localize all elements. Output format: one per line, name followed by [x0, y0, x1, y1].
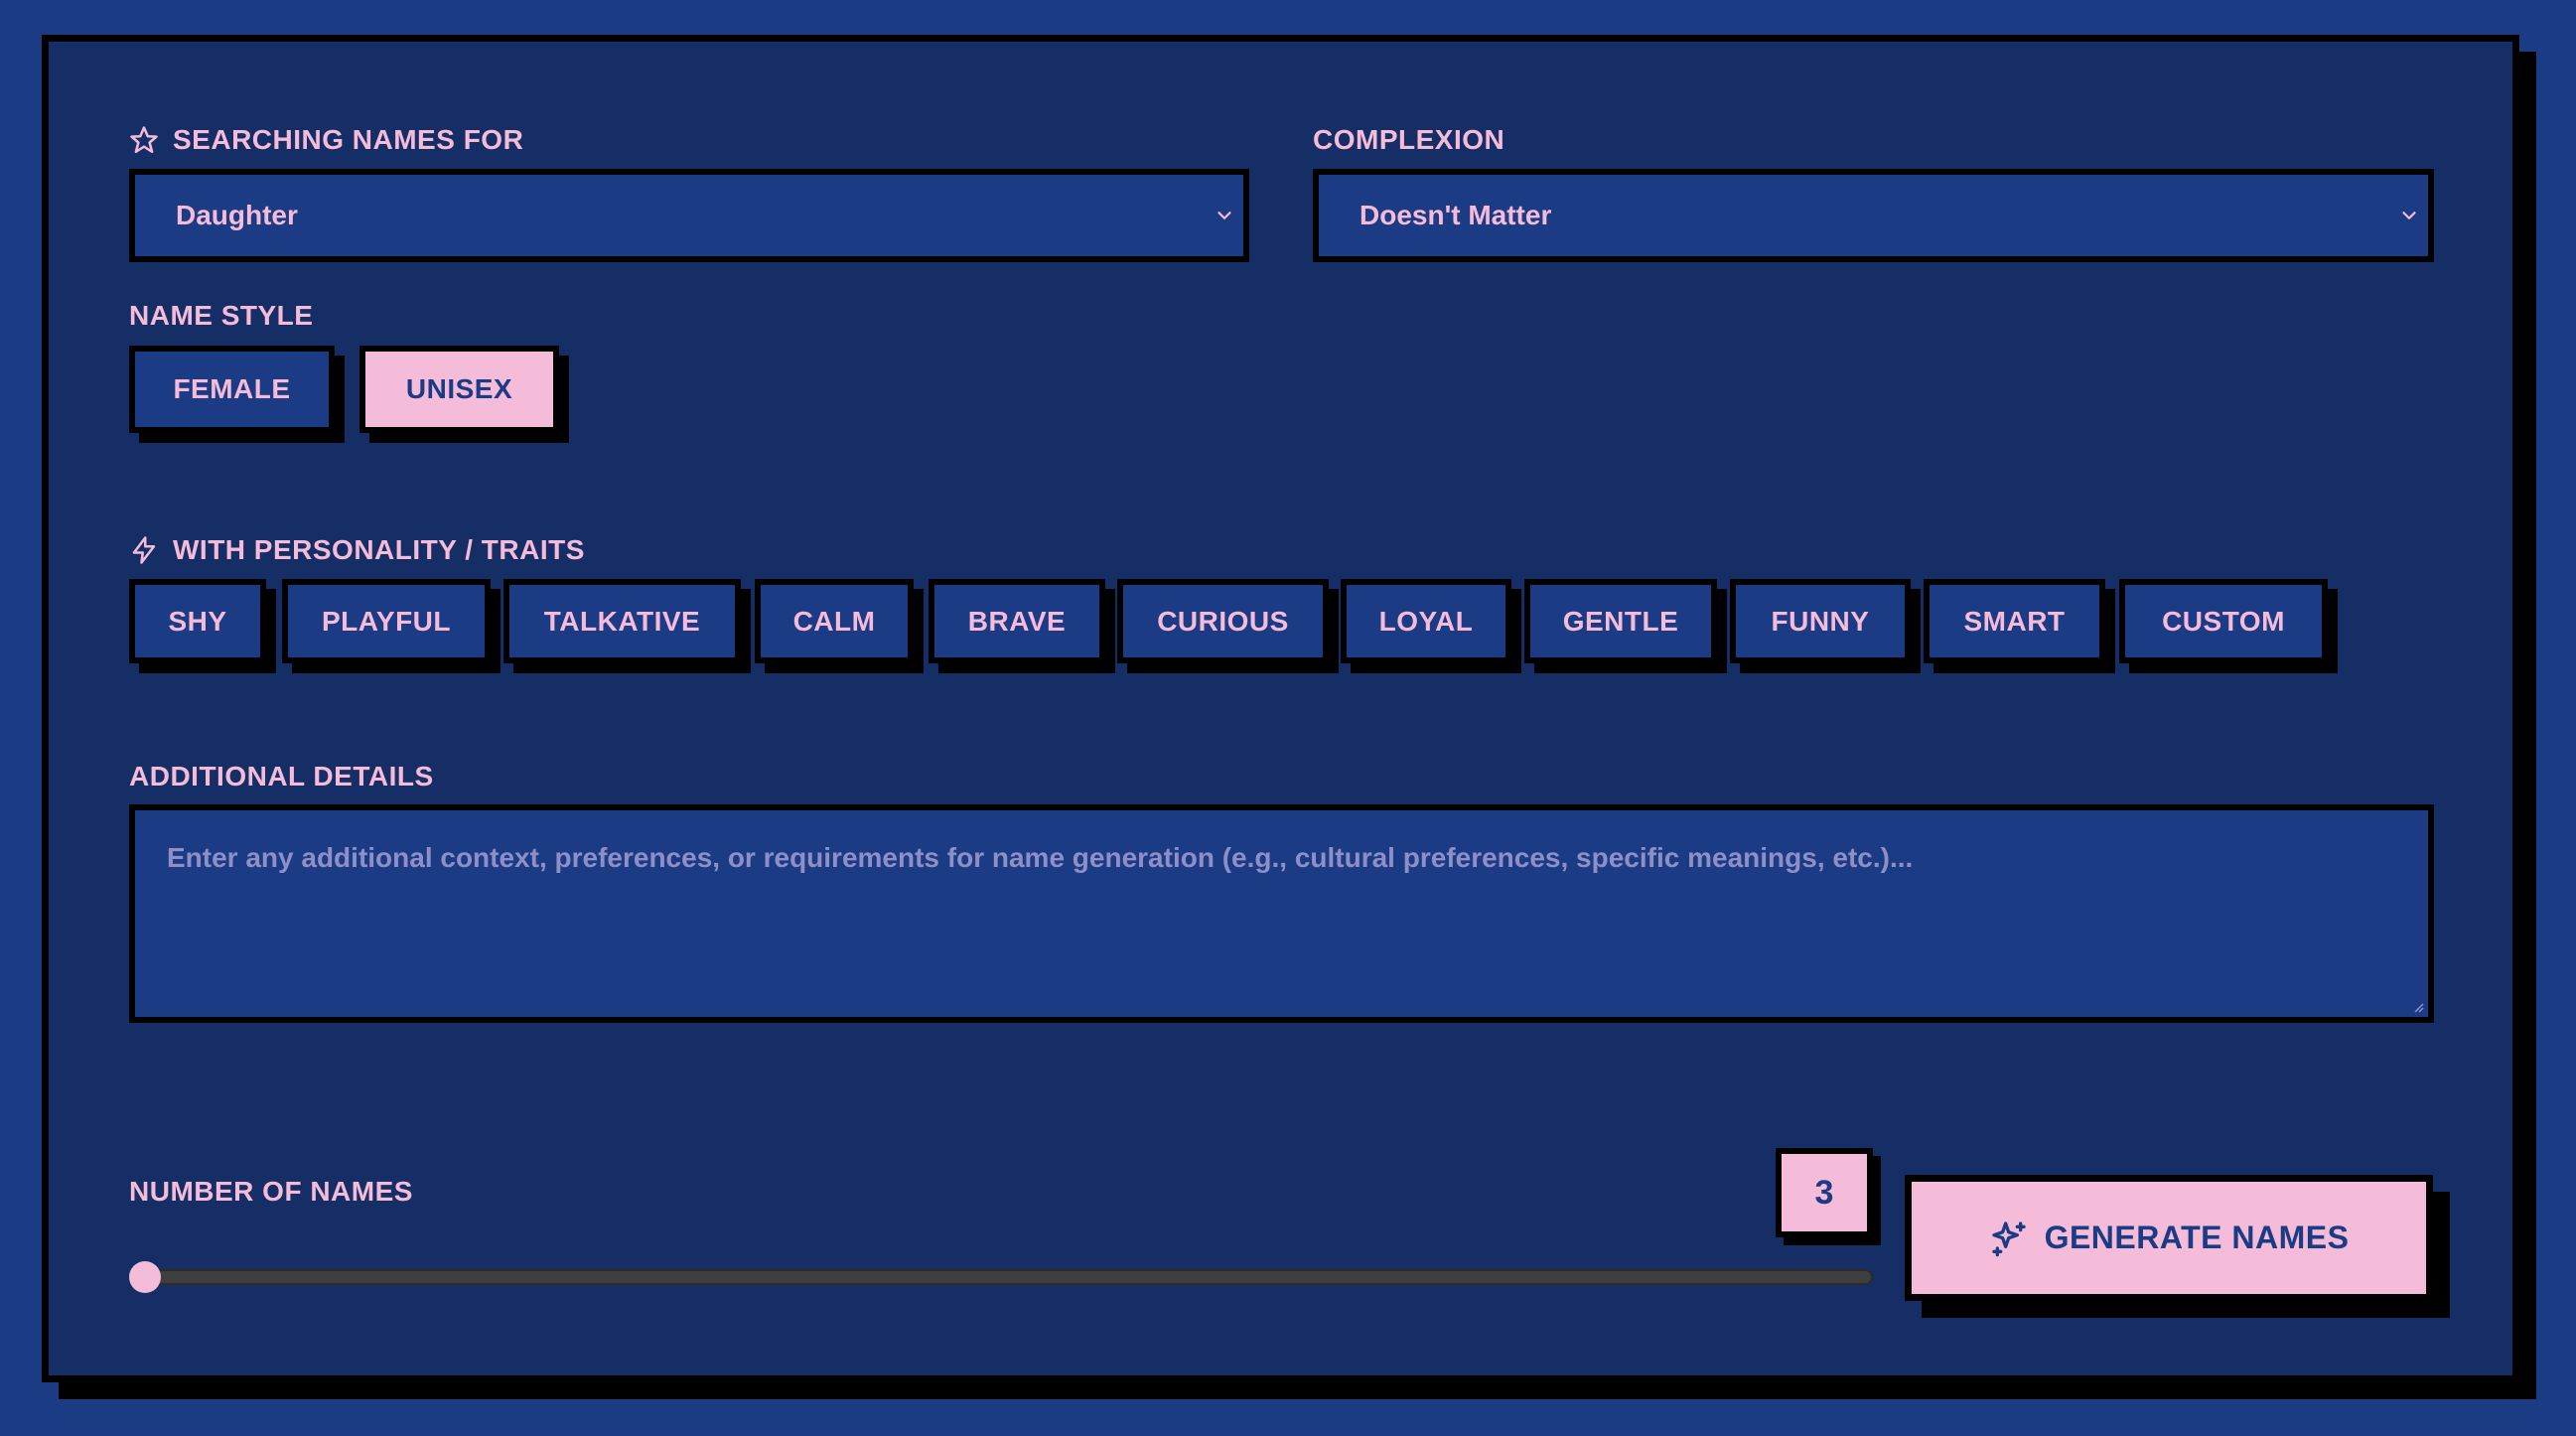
trait-label: SMART [1963, 605, 2066, 637]
lightning-icon [132, 536, 156, 564]
trait-smart-button[interactable]: SMART [1924, 579, 2105, 663]
searching-names-label-text: SEARCHING NAMES FOR [173, 124, 524, 155]
traits-label: WITH PERSONALITY / TRAITS [129, 534, 585, 566]
sparkles-icon [1991, 1221, 2026, 1256]
trait-funny-button[interactable]: FUNNY [1730, 579, 1911, 663]
trait-label: BRAVE [967, 605, 1067, 637]
number-of-names-value-text: 3 [1814, 1173, 1834, 1212]
number-of-names-label-text: NUMBER OF NAMES [129, 1176, 413, 1207]
trait-label: CURIOUS [1157, 605, 1289, 637]
complexion-value: Doesn't Matter [1360, 200, 1552, 230]
trait-label: SHY [168, 605, 227, 637]
number-of-names-slider-thumb[interactable] [129, 1261, 161, 1293]
additional-details-textarea[interactable]: Enter any additional context, preference… [129, 804, 2434, 1023]
star-icon [130, 126, 158, 154]
trait-label: PLAYFUL [321, 605, 452, 637]
trait-talkative-button[interactable]: TALKATIVE [503, 579, 741, 663]
trait-label: TALKATIVE [543, 605, 701, 637]
name-style-label: NAME STYLE [129, 300, 313, 332]
resize-grip-icon[interactable] [2412, 1001, 2424, 1013]
trait-calm-button[interactable]: CALM [755, 579, 914, 663]
chevron-down-icon [2402, 212, 2416, 219]
trait-shy-button[interactable]: SHY [129, 579, 266, 663]
complexion-select[interactable]: Doesn't Matter [1313, 169, 2434, 262]
number-of-names-label: NUMBER OF NAMES [129, 1176, 413, 1208]
searching-names-label: SEARCHING NAMES FOR [129, 124, 523, 156]
name-style-female-label: FEMALE [173, 373, 291, 404]
traits-label-text: WITH PERSONALITY / TRAITS [173, 534, 585, 565]
trait-label: CUSTOM [2162, 605, 2285, 637]
trait-label: GENTLE [1562, 605, 1679, 637]
trait-curious-button[interactable]: CURIOUS [1117, 579, 1329, 663]
generate-names-label: GENERATE NAMES [2044, 1220, 2350, 1255]
name-style-label-text: NAME STYLE [129, 300, 314, 331]
searching-names-value: Daughter [176, 200, 298, 230]
trait-label: FUNNY [1771, 605, 1870, 637]
trait-loyal-button[interactable]: LOYAL [1341, 579, 1511, 663]
name-style-unisex-button[interactable]: UNISEX [359, 346, 559, 433]
trait-label: LOYAL [1378, 605, 1474, 637]
additional-details-label: ADDITIONAL DETAILS [129, 761, 434, 792]
trait-custom-button[interactable]: CUSTOM [2119, 579, 2328, 663]
complexion-label: COMPLEXION [1313, 124, 1504, 156]
number-of-names-value: 3 [1776, 1148, 1873, 1237]
name-style-unisex-label: UNISEX [405, 373, 513, 404]
trait-playful-button[interactable]: PLAYFUL [282, 579, 491, 663]
additional-details-placeholder: Enter any additional context, preference… [167, 842, 1914, 873]
searching-names-select[interactable]: Daughter [129, 169, 1249, 262]
additional-details-label-text: ADDITIONAL DETAILS [129, 761, 434, 791]
trait-label: CALM [792, 605, 876, 637]
trait-brave-button[interactable]: BRAVE [929, 579, 1105, 663]
number-of-names-slider[interactable] [139, 1269, 1873, 1285]
name-style-female-button[interactable]: FEMALE [129, 346, 335, 433]
generate-names-button[interactable]: GENERATE NAMES [1905, 1175, 2433, 1301]
chevron-down-icon [1217, 212, 1231, 219]
trait-gentle-button[interactable]: GENTLE [1524, 579, 1717, 663]
complexion-label-text: COMPLEXION [1313, 124, 1505, 155]
